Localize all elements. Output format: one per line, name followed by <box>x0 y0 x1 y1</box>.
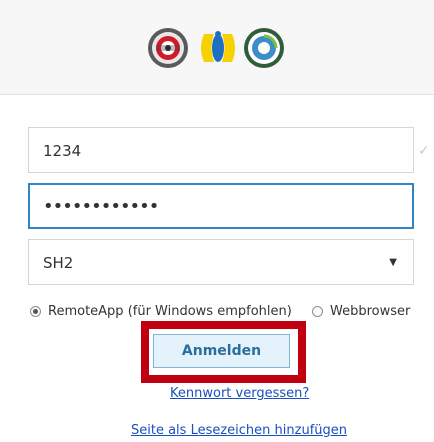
chevron-down-icon: ▼ <box>389 257 397 268</box>
webbrowser-radio[interactable] <box>312 306 323 317</box>
seal-logo-icon <box>148 28 188 68</box>
figures-logo-icon <box>201 31 235 62</box>
login-button[interactable]: Anmelden <box>153 334 290 368</box>
forgot-password-link[interactable]: Kennwort vergessen? <box>170 386 309 401</box>
bookmark-link[interactable]: Seite als Lesezeichen hinzufügen <box>131 423 347 438</box>
login-page: 1234 ✓ •••••••••••• SH2 ▼ RemoteApp (für… <box>0 0 434 442</box>
partner-logos <box>148 18 290 78</box>
webbrowser-label[interactable]: Webbrowser <box>330 303 410 321</box>
server-select[interactable]: SH2 ▼ <box>28 239 414 285</box>
username-field[interactable]: 1234 <box>28 127 414 173</box>
checkmark-icon: ✓ <box>418 143 430 159</box>
remoteapp-label[interactable]: RemoteApp (für Windows empfohlen) <box>48 303 292 321</box>
header-banner <box>0 0 434 95</box>
username-value: 1234 <box>43 142 82 160</box>
password-value: •••••••••••• <box>43 196 159 217</box>
password-field[interactable]: •••••••••••• <box>28 183 414 229</box>
remoteapp-radio[interactable] <box>30 306 41 317</box>
server-value: SH2 <box>43 254 74 272</box>
ring-logo-icon <box>244 28 284 68</box>
